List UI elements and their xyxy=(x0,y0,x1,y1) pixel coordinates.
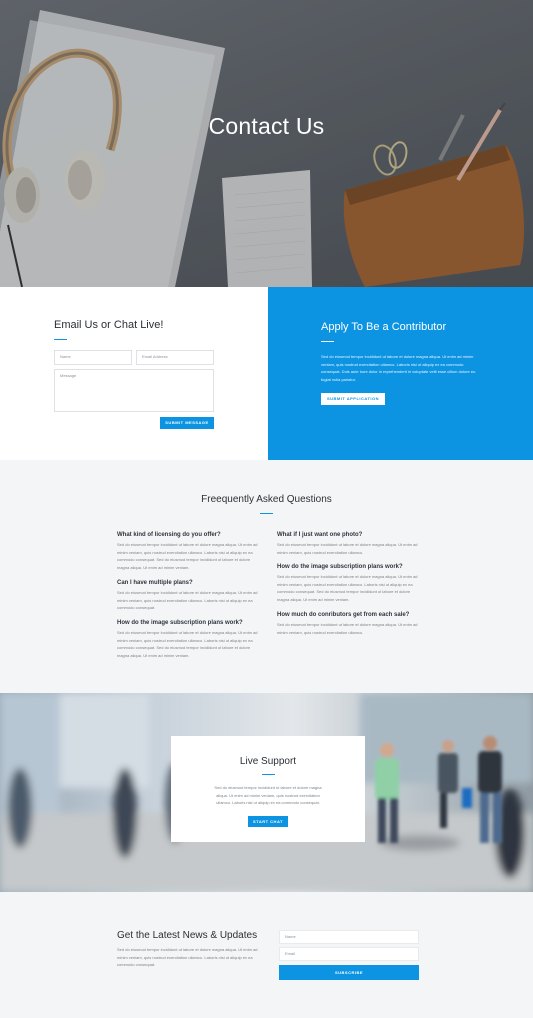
start-chat-button[interactable]: START CHAT xyxy=(248,816,288,827)
faq-item: What kind of licensing do you offer? Sed… xyxy=(117,532,263,571)
submit-application-button[interactable]: SUBMIT APPLICATION xyxy=(321,393,385,405)
faq-question: How much do conributors get from each sa… xyxy=(277,612,410,618)
faq-question: Can I have multiple plans? xyxy=(117,580,193,586)
faq-item: What if I just want one photo? Sed do ei… xyxy=(277,532,423,556)
faq-answer: Sed do eiusmod tempor incididunt ut labo… xyxy=(277,622,418,635)
faq-answer: Sed do eiusmod tempor incididunt ut labo… xyxy=(117,630,258,658)
contact-form-section: Email Us or Chat Live! Name Email Addres… xyxy=(0,287,268,460)
faq-answer: Sed do eiusmod tempor incididunt ut labo… xyxy=(117,590,258,610)
faq-question: How do the image subscription plans work… xyxy=(117,620,243,626)
newsletter-section: Get the Latest News & Updates Sed do eiu… xyxy=(0,892,533,1018)
faq-question: What kind of licensing do you offer? xyxy=(117,532,221,538)
title-underline xyxy=(321,341,334,342)
live-support-title: Live Support xyxy=(239,756,297,767)
faq-section: Freequently Asked Questions What kind of… xyxy=(0,460,533,693)
faq-item: How do the image subscription plans work… xyxy=(117,620,263,659)
contributor-section: Apply To Be a Contributor Sed do eiusmod… xyxy=(268,287,533,460)
faq-answer: Sed do eiusmod tempor incididunt ut labo… xyxy=(117,542,258,570)
name-field[interactable]: Name xyxy=(54,350,132,365)
contact-form-title: Email Us or Chat Live! xyxy=(54,319,164,331)
live-support-section: Live Support Sed do eiusmod tempor incid… xyxy=(0,693,533,892)
faq-title: Freequently Asked Questions xyxy=(201,494,332,505)
page-title: Contact Us xyxy=(208,113,325,139)
contributor-title: Apply To Be a Contributor xyxy=(321,321,447,333)
faq-item: Can I have multiple plans? Sed do eiusmo… xyxy=(117,580,263,612)
faq-answer: Sed do eiusmod tempor incididunt ut labo… xyxy=(277,574,418,602)
faq-question: What if I just want one photo? xyxy=(277,532,363,538)
message-field[interactable]: Message xyxy=(54,369,214,412)
live-support-text: Sed do eiusmod tempor incididunt ut labo… xyxy=(214,785,322,805)
title-underline xyxy=(260,513,273,514)
submit-message-button[interactable]: SUBMIT MESSAGE xyxy=(160,417,214,429)
newsletter-text: Sed do eiusmod tempor incididunt ut labo… xyxy=(117,947,258,967)
title-underline xyxy=(54,339,67,340)
faq-item: How do the image subscription plans work… xyxy=(277,564,423,603)
faq-question: How do the image subscription plans work… xyxy=(277,564,403,570)
newsletter-title: Get the Latest News & Updates xyxy=(117,930,258,941)
faq-answer: Sed do eiusmod tempor incididunt ut labo… xyxy=(277,542,418,555)
hero-background-image xyxy=(0,0,533,287)
faq-item: How much do conributors get from each sa… xyxy=(277,612,423,636)
hero-section: Contact Us xyxy=(0,0,533,287)
newsletter-name-field[interactable]: Name xyxy=(279,930,419,944)
title-underline xyxy=(262,774,275,775)
live-support-card: Live Support Sed do eiusmod tempor incid… xyxy=(171,736,365,842)
newsletter-email-field[interactable]: Email xyxy=(279,947,419,961)
contributor-text: Sed do eiusmod tempor incididunt ut labo… xyxy=(321,354,476,382)
email-field[interactable]: Email Address xyxy=(136,350,214,365)
subscribe-button[interactable]: SUBSCRIBE xyxy=(279,965,419,980)
